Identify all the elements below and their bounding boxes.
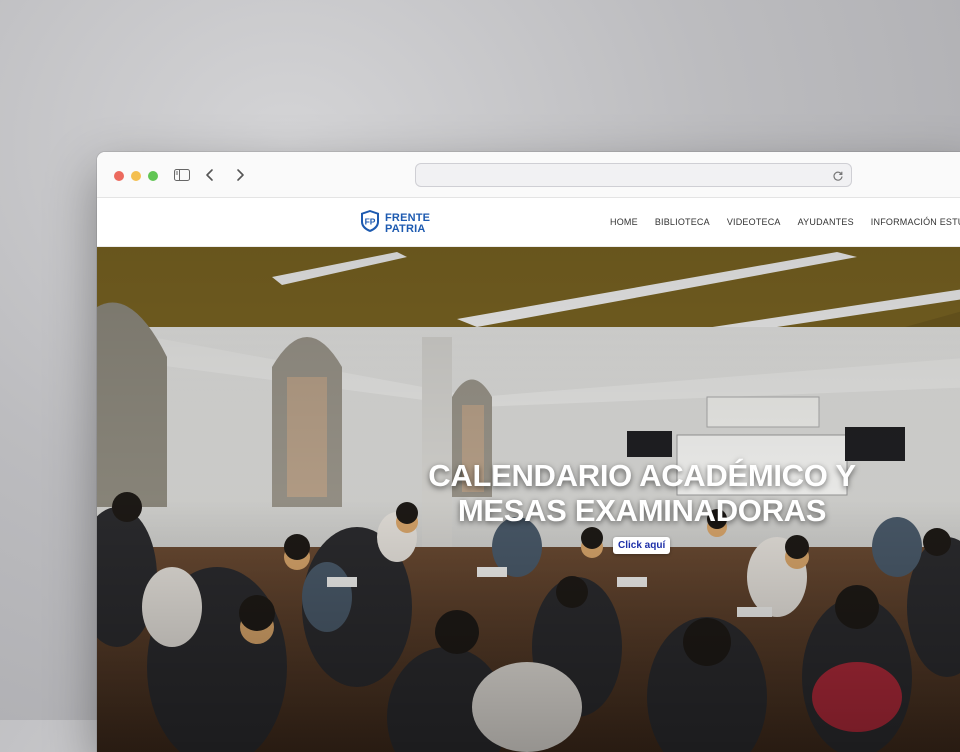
- hero-banner: CALENDARIO ACADÉMICO Y MESAS EXAMINADORA…: [97, 247, 960, 752]
- logo-line-1: FRENTE: [385, 211, 431, 224]
- close-window-button[interactable]: [114, 171, 124, 181]
- maximize-window-button[interactable]: [148, 171, 158, 181]
- site-logo[interactable]: FP FRENTE PATRIA: [360, 209, 430, 238]
- hero-title-line-2: MESAS EXAMINADORAS: [457, 493, 827, 528]
- site-navbar: FP FRENTE PATRIA HOME BIBLIOTECA VIDEOTE…: [97, 198, 960, 247]
- hero-title-line-1: CALENDARIO ACADÉMICO Y: [428, 458, 856, 493]
- fp-shield-icon: FP: [360, 209, 380, 238]
- address-bar[interactable]: [415, 163, 852, 187]
- reload-icon[interactable]: [832, 169, 844, 181]
- browser-toolbar: [97, 152, 960, 198]
- logo-text: FRENTE PATRIA: [385, 211, 431, 235]
- url-input[interactable]: [424, 166, 828, 184]
- menu-item-informacion-estudiantil[interactable]: INFORMACIÓN ESTUDIANTIL: [871, 217, 960, 227]
- menu-item-ayudantes[interactable]: AYUDANTES: [798, 217, 854, 227]
- logo-emblem-text: FP: [365, 217, 376, 227]
- logo-line-2: PATRIA: [385, 222, 426, 235]
- menu-item-home[interactable]: HOME: [610, 217, 638, 227]
- minimize-window-button[interactable]: [131, 171, 141, 181]
- hero-title: CALENDARIO ACADÉMICO Y MESAS EXAMINADORA…: [397, 458, 887, 528]
- click-here-button[interactable]: Click aquí: [613, 537, 671, 554]
- menu-item-videoteca[interactable]: VIDEOTECA: [727, 217, 781, 227]
- browser-window: FP FRENTE PATRIA HOME BIBLIOTECA VIDEOTE…: [97, 152, 960, 752]
- forward-icon[interactable]: [233, 166, 247, 184]
- main-menu: HOME BIBLIOTECA VIDEOTECA AYUDANTES INFO…: [610, 198, 960, 246]
- back-icon[interactable]: [203, 166, 217, 184]
- menu-item-biblioteca[interactable]: BIBLIOTECA: [655, 217, 710, 227]
- sidebar-icon[interactable]: [174, 166, 190, 184]
